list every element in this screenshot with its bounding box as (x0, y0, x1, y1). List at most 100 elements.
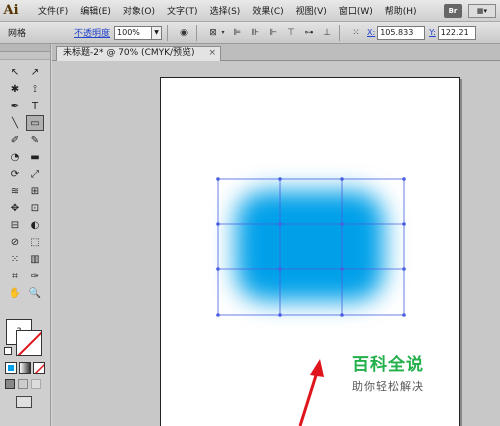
mesh-point[interactable] (216, 222, 220, 226)
document-tab-bar: 未标题-2* @ 70% (CMYK/预览) × (52, 44, 500, 61)
control-bar: 网格 不透明度 100% ▼ ◉ ⊠ ▾ ⊫ ⊪ ⊩ ⊤ ⊶ ⊥ ⁙ X: 10… (0, 22, 500, 44)
mesh-point[interactable] (340, 267, 344, 271)
menu-bar: Ai 文件(F) 编辑(E) 对象(O) 文字(T) 选择(S) 效果(C) 视… (0, 0, 500, 22)
selection-tool-icon[interactable]: ↖ (6, 64, 24, 80)
mesh-point[interactable] (340, 177, 344, 181)
mesh-point[interactable] (278, 222, 282, 226)
paintbrush-tool-icon[interactable]: ✐ (6, 132, 24, 148)
opacity-link[interactable]: 不透明度 (74, 26, 110, 39)
warp-tool-icon[interactable]: ≋ (6, 183, 24, 199)
document-tab[interactable]: 未标题-2* @ 70% (CMYK/预览) × (56, 46, 221, 61)
mesh-gradient-object[interactable] (236, 191, 384, 301)
color-icon[interactable] (5, 362, 17, 374)
x-label: X: (367, 28, 376, 37)
watermark-title: 百科全说 (352, 355, 424, 375)
symbol-sprayer-tool-icon[interactable]: ✥ (6, 200, 24, 216)
pen-tool-icon[interactable]: ✒ (6, 98, 24, 114)
divider (167, 24, 169, 41)
tools-panel-header[interactable] (0, 44, 50, 52)
mesh-point[interactable] (216, 267, 220, 271)
gradient-icon[interactable] (19, 362, 31, 374)
divider (196, 24, 198, 41)
recolor-icon[interactable]: ◉ (177, 26, 191, 40)
menu-select[interactable]: 选择(S) (204, 4, 247, 17)
x-input[interactable]: 105.833 (377, 25, 426, 40)
line-tool-icon[interactable]: ╲ (6, 115, 24, 131)
graph-tool-icon[interactable]: ⊡ (26, 200, 44, 216)
mesh-point[interactable] (402, 177, 406, 181)
align-right-icon[interactable]: ⊩ (266, 26, 280, 40)
type-tool-icon[interactable]: T (26, 98, 44, 114)
bridge-button[interactable]: Br (444, 4, 462, 18)
chevron-down-icon[interactable]: ▾ (220, 26, 226, 40)
y-input[interactable]: 122.21 (437, 25, 476, 40)
artboard-tool-icon[interactable]: ⌗ (6, 268, 24, 284)
mesh-point[interactable] (402, 313, 406, 317)
default-colors-icon[interactable] (4, 347, 12, 355)
mesh-point[interactable] (216, 313, 220, 317)
object-type-label: 网格 (8, 29, 27, 39)
align-left-icon[interactable]: ⊫ (230, 26, 244, 40)
opacity-input[interactable]: 100% (114, 25, 153, 40)
hand-tool-icon[interactable]: ✋ (6, 285, 24, 301)
rotate-tool-icon[interactable]: ⟳ (6, 166, 24, 182)
menu-file[interactable]: 文件(F) (32, 4, 74, 17)
gradient-tool-icon[interactable]: ◐ (26, 217, 44, 233)
red-arrow-annotation (298, 359, 324, 426)
eyedropper-tool-icon[interactable]: ⊘ (6, 234, 24, 250)
mesh-point[interactable] (278, 313, 282, 317)
mesh-point[interactable] (340, 222, 344, 226)
y-label: Y: (429, 28, 436, 37)
app-logo: Ai (3, 3, 19, 18)
menu-window[interactable]: 窗口(W) (333, 4, 379, 17)
mesh-point[interactable] (216, 177, 220, 181)
none-icon[interactable] (33, 362, 45, 374)
blob-brush-tool-icon[interactable]: ◔ (6, 149, 24, 165)
column-graph-tool-icon[interactable]: ▥ (26, 251, 44, 267)
pencil-tool-icon[interactable]: ✎ (26, 132, 44, 148)
watermark: 百科全说 助你轻松解决 (352, 350, 472, 402)
align-top-icon[interactable]: ⊤ (284, 26, 298, 40)
color-mode-buttons (5, 362, 45, 374)
slice-tool-icon[interactable]: ✑ (26, 268, 44, 284)
none-stroke-icon (17, 331, 41, 355)
eraser-tool-icon[interactable]: ▬ (26, 149, 44, 165)
align-bottom-icon[interactable]: ⊥ (320, 26, 334, 40)
menu-type[interactable]: 文字(T) (161, 4, 204, 17)
mesh-point[interactable] (278, 177, 282, 181)
direct-selection-tool-icon[interactable]: ↗ (26, 64, 44, 80)
tools-panel-grip[interactable] (0, 52, 50, 60)
menu-view[interactable]: 视图(V) (290, 4, 333, 17)
transform-icon[interactable]: ⊠ (206, 26, 220, 40)
mesh-point[interactable] (340, 313, 344, 317)
align-center-icon[interactable]: ⊪ (248, 26, 262, 40)
screen-mode-icon[interactable] (16, 396, 32, 408)
magic-wand-tool-icon[interactable]: ✱ (6, 81, 24, 97)
lasso-tool-icon[interactable]: ⟟ (26, 81, 44, 97)
draw-normal-icon[interactable] (5, 379, 15, 389)
zoom-tool-icon[interactable]: 🔍 (26, 285, 44, 301)
mesh-point[interactable] (402, 222, 406, 226)
align-middle-icon[interactable]: ⊶ (302, 26, 316, 40)
mesh-tool-icon[interactable]: ⊟ (6, 217, 24, 233)
watermark-subtitle: 助你轻松解决 (352, 380, 424, 393)
stroke-swatch[interactable] (16, 330, 42, 356)
free-transform-tool-icon[interactable]: ⊞ (26, 183, 44, 199)
menu-object[interactable]: 对象(O) (117, 4, 161, 17)
mesh-point[interactable] (402, 267, 406, 271)
rectangle-tool-icon[interactable]: ▭ (26, 115, 44, 131)
draw-mode-buttons (5, 379, 41, 389)
close-icon[interactable]: × (208, 47, 216, 60)
reference-point-icon[interactable]: ⁙ (349, 26, 363, 40)
mesh-point[interactable] (278, 267, 282, 271)
menu-edit[interactable]: 编辑(E) (74, 4, 117, 17)
workspace-switcher[interactable]: ▦▾ (468, 4, 496, 18)
scale-tool-icon[interactable]: ⤢ (26, 166, 44, 182)
symbol-tool-icon[interactable]: ⁙ (6, 251, 24, 267)
divider (339, 24, 341, 41)
opacity-dropdown-icon[interactable]: ▼ (152, 25, 163, 40)
menu-effect[interactable]: 效果(C) (246, 4, 289, 17)
draw-inside-icon[interactable] (31, 379, 41, 389)
blend-tool-icon[interactable]: ⬚ (26, 234, 44, 250)
draw-behind-icon[interactable] (18, 379, 28, 389)
